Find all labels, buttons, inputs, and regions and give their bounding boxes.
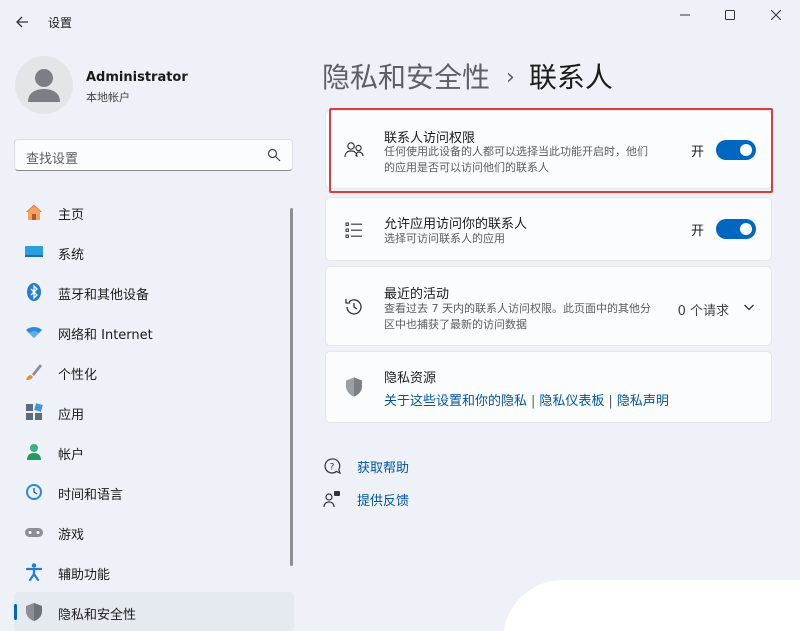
toggle-knob xyxy=(740,223,752,235)
title-bar: 设置 xyxy=(0,0,800,44)
minimize-icon xyxy=(680,14,690,16)
breadcrumb-separator: › xyxy=(506,65,515,90)
shield-icon xyxy=(343,376,365,398)
accessibility-icon xyxy=(24,562,44,582)
breadcrumb-parent[interactable]: 隐私和安全性 xyxy=(322,61,490,94)
highlight-box xyxy=(329,108,773,193)
app-access-card: 允许应用访问你的联系人 选择可访问联系人的应用 开 xyxy=(325,197,772,261)
link-separator: | xyxy=(531,394,536,409)
privacy-statement-link[interactable]: 隐私声明 xyxy=(617,394,669,409)
search-icon[interactable] xyxy=(267,148,281,162)
home-icon xyxy=(24,202,44,222)
app-title: 设置 xyxy=(48,16,73,30)
privacy-resources-title: 隐私资源 xyxy=(384,371,437,386)
app-access-toggle[interactable] xyxy=(716,219,756,239)
bluetooth-icon xyxy=(24,282,44,302)
system-icon xyxy=(24,242,44,262)
feedback-icon xyxy=(322,489,342,509)
maximize-icon xyxy=(725,10,735,20)
window-corner-overlay xyxy=(503,580,800,631)
user-icon xyxy=(28,69,60,102)
account-icon xyxy=(24,442,44,462)
clock-icon xyxy=(24,482,44,502)
gamepad-icon xyxy=(24,522,44,542)
account-type: 本地帐户 xyxy=(86,91,130,104)
list-icon xyxy=(343,219,365,241)
sidebar-item-privacy-security[interactable]: 隐私和安全性 xyxy=(14,592,294,631)
recent-activity-title: 最近的活动 xyxy=(384,287,450,302)
sidebar-item-system[interactable]: 系统 xyxy=(14,232,294,272)
shield-icon xyxy=(24,602,44,622)
active-indicator xyxy=(14,604,17,620)
maximize-button[interactable] xyxy=(707,4,753,26)
get-help-label: 获取帮助 xyxy=(357,460,410,476)
feedback-link[interactable]: 提供反馈 xyxy=(322,489,409,509)
privacy-dashboard-link[interactable]: 隐私仪表板 xyxy=(539,394,604,409)
back-button[interactable] xyxy=(10,10,34,34)
recent-activity-description: 查看过去 7 天内的联系人访问权限。此页面中的其他分区中也捕获了最新的访问数据 xyxy=(384,302,651,331)
apps-icon xyxy=(24,402,44,422)
feedback-label: 提供反馈 xyxy=(357,493,410,509)
back-arrow-icon xyxy=(16,16,28,28)
search-input[interactable]: 查找设置 xyxy=(14,139,293,171)
app-access-title: 允许应用访问你的联系人 xyxy=(384,217,528,232)
sidebar-item-gaming[interactable]: 游戏 xyxy=(14,512,294,552)
request-count: 0 个请求 xyxy=(677,304,729,319)
sidebar-scrollbar[interactable] xyxy=(290,208,293,566)
link-separator: | xyxy=(608,394,613,409)
wifi-icon xyxy=(24,322,44,342)
sidebar-item-personalization[interactable]: 个性化 xyxy=(14,352,294,392)
recent-activity-card[interactable]: 最近的活动 查看过去 7 天内的联系人访问权限。此页面中的其他分区中也捕获了最新… xyxy=(325,266,772,346)
search-placeholder: 查找设置 xyxy=(26,152,79,167)
sidebar-item-home[interactable]: 主页 xyxy=(14,192,294,232)
sidebar-item-accessibility[interactable]: 辅助功能 xyxy=(14,552,294,592)
privacy-links: 关于这些设置和你的隐私 | 隐私仪表板 | 隐私声明 xyxy=(384,390,669,409)
sidebar-item-bluetooth[interactable]: 蓝牙和其他设备 xyxy=(14,272,294,312)
about-privacy-link[interactable]: 关于这些设置和你的隐私 xyxy=(384,394,527,409)
history-icon xyxy=(343,296,365,318)
sidebar-item-network[interactable]: 网络和 Internet xyxy=(14,312,294,352)
sidebar-item-time-language[interactable]: 时间和语言 xyxy=(14,472,294,512)
sidebar-nav: 主页 系统 蓝牙和其他设备 网络和 Internet 个性化 应用 帐户 时间和… xyxy=(14,192,294,631)
minimize-button[interactable] xyxy=(662,4,708,26)
sidebar-item-apps[interactable]: 应用 xyxy=(14,392,294,432)
user-name: Administrator xyxy=(86,70,188,85)
page-title: 联系人 xyxy=(528,61,613,94)
svg-text:?: ? xyxy=(330,463,335,473)
app-access-state: 开 xyxy=(690,223,704,239)
breadcrumb: 隐私和安全性 › 联系人 xyxy=(322,56,613,96)
sidebar-item-accounts[interactable]: 帐户 xyxy=(14,432,294,472)
help-icon: ? xyxy=(322,456,342,476)
avatar[interactable] xyxy=(15,56,73,114)
close-icon xyxy=(771,10,781,20)
app-access-description: 选择可访问联系人的应用 xyxy=(384,232,505,245)
chevron-down-icon[interactable] xyxy=(743,301,755,313)
get-help-link[interactable]: ? 获取帮助 xyxy=(322,456,409,476)
privacy-resources-card: 隐私资源 关于这些设置和你的隐私 | 隐私仪表板 | 隐私声明 xyxy=(325,351,772,423)
close-button[interactable] xyxy=(753,4,799,26)
brush-icon xyxy=(24,362,44,382)
